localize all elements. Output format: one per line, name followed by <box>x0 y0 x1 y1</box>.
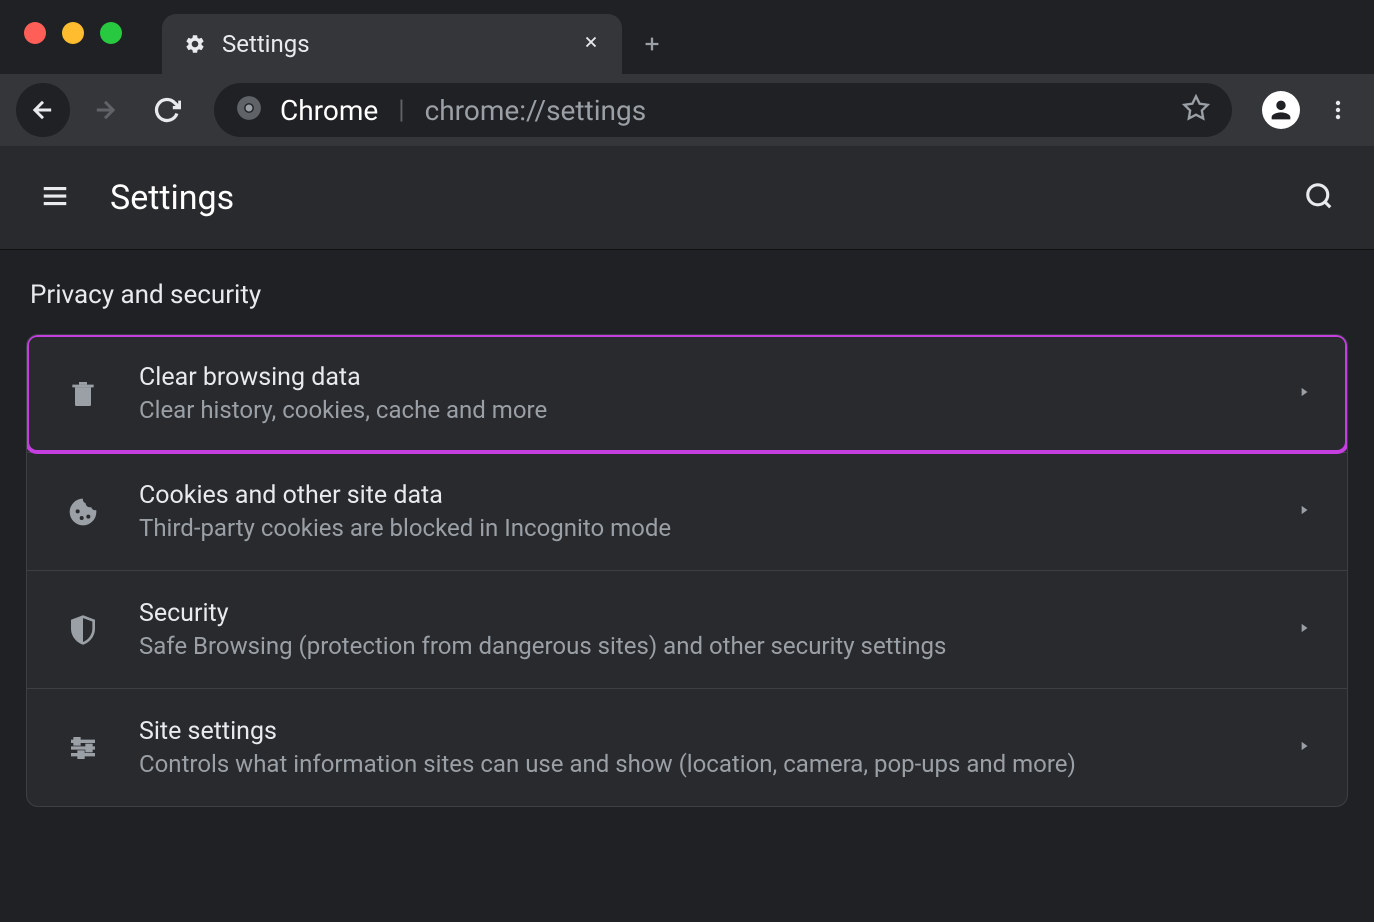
search-icon[interactable] <box>1304 181 1334 215</box>
tab-bar: Settings <box>0 0 1374 74</box>
content-area: Privacy and security Clear browsing data… <box>0 250 1374 837</box>
menu-hamburger-icon[interactable] <box>40 181 70 215</box>
cookies-row[interactable]: Cookies and other site data Third-party … <box>27 452 1347 570</box>
settings-header: Settings <box>0 146 1374 250</box>
browser-tab[interactable]: Settings <box>162 14 622 74</box>
chevron-right-icon <box>1297 620 1311 639</box>
security-row[interactable]: Security Safe Browsing (protection from … <box>27 570 1347 688</box>
clear-browsing-data-row[interactable]: Clear browsing data Clear history, cooki… <box>27 335 1347 452</box>
page-title: Settings <box>110 178 234 218</box>
row-desc: Safe Browsing (protection from dangerous… <box>139 632 1261 660</box>
menu-button[interactable] <box>1318 90 1358 130</box>
chevron-right-icon <box>1297 384 1311 403</box>
address-bar-text: Chrome | chrome://settings <box>280 94 1164 127</box>
tab-title: Settings <box>222 30 310 58</box>
row-desc: Clear history, cookies, cache and more <box>139 396 1261 424</box>
window-maximize-button[interactable] <box>100 22 122 44</box>
window-controls <box>14 22 162 74</box>
row-desc: Controls what information sites can use … <box>139 750 1261 778</box>
settings-card: Clear browsing data Clear history, cooki… <box>26 334 1348 807</box>
address-bar-url: chrome://settings <box>425 94 647 127</box>
trash-icon <box>63 374 103 414</box>
row-title: Clear browsing data <box>139 363 1261 392</box>
close-tab-button[interactable] <box>582 32 600 56</box>
chevron-right-icon <box>1297 502 1311 521</box>
section-title: Privacy and security <box>30 280 1348 310</box>
row-desc: Third-party cookies are blocked in Incog… <box>139 514 1261 542</box>
window-close-button[interactable] <box>24 22 46 44</box>
window-minimize-button[interactable] <box>62 22 84 44</box>
reload-button[interactable] <box>140 83 194 137</box>
row-title: Site settings <box>139 717 1261 746</box>
row-title: Security <box>139 599 1261 628</box>
site-settings-row[interactable]: Site settings Controls what information … <box>27 688 1347 806</box>
chrome-logo-icon <box>236 95 262 125</box>
address-bar[interactable]: Chrome | chrome://settings <box>214 83 1232 137</box>
forward-button[interactable] <box>78 83 132 137</box>
shield-icon <box>63 610 103 650</box>
back-button[interactable] <box>16 83 70 137</box>
address-bar-separator: | <box>398 95 404 125</box>
new-tab-button[interactable] <box>622 14 682 74</box>
chevron-right-icon <box>1297 738 1311 757</box>
row-title: Cookies and other site data <box>139 481 1261 510</box>
toolbar: Chrome | chrome://settings <box>0 74 1374 146</box>
address-bar-app: Chrome <box>280 94 378 127</box>
bookmark-star-icon[interactable] <box>1182 94 1210 126</box>
cookie-icon <box>63 492 103 532</box>
profile-button[interactable] <box>1262 91 1300 129</box>
sliders-icon <box>63 728 103 768</box>
gear-icon <box>184 33 206 55</box>
